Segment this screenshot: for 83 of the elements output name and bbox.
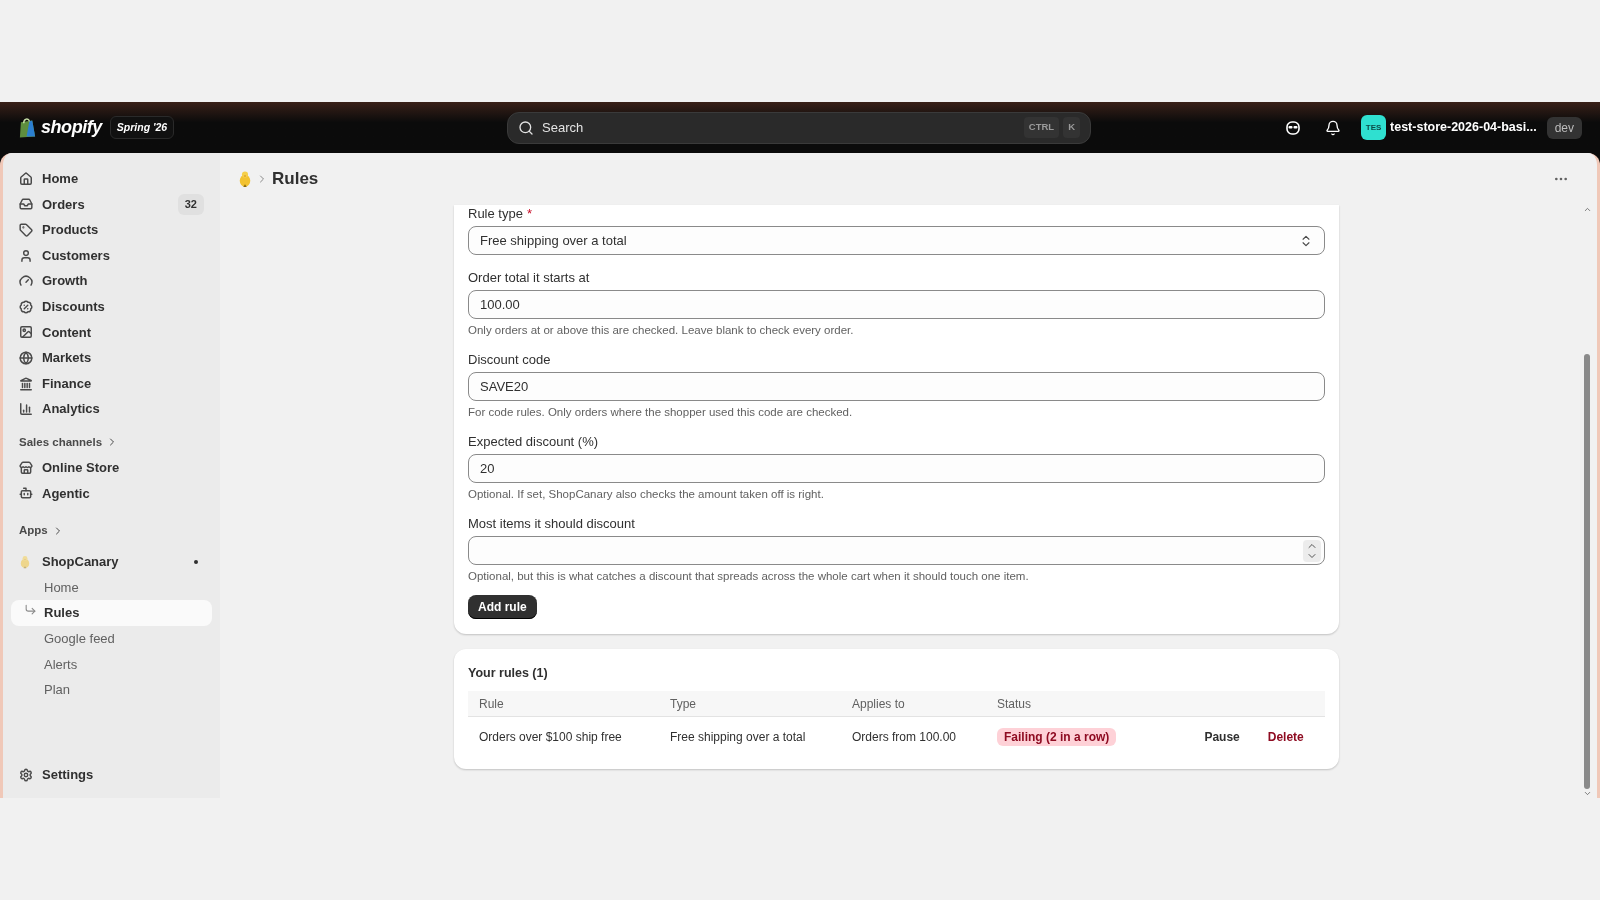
help-text: Optional, but this is what catches a discount that spreads across the whole cart when it should touch one item.	[468, 569, 1030, 583]
sidebar-item[interactable]: Markets	[11, 345, 212, 371]
logo-text: shopify	[41, 116, 102, 139]
sidebar-item[interactable]: Growth	[11, 268, 212, 294]
robot-icon	[19, 486, 33, 501]
sidebar-item[interactable]: Settings	[11, 762, 212, 788]
home-icon	[19, 171, 33, 186]
sidebar-item[interactable]: Discounts	[11, 293, 212, 320]
input-field[interactable]: SAVE20	[468, 372, 1325, 401]
required-mark: *	[526, 206, 532, 221]
bank-icon	[19, 376, 33, 391]
sidebar-item[interactable]: Content	[11, 319, 212, 346]
shortcut-key: K	[1063, 117, 1080, 138]
column-header: Type	[659, 690, 841, 717]
sidebar-item[interactable]: Customers	[11, 242, 212, 269]
help-text: For code rules. Only orders where the shopper used this code are checked.	[468, 405, 854, 419]
scroll-down-icon[interactable]	[1582, 789, 1592, 798]
edition-badge: Spring '26	[109, 115, 175, 140]
scroll-up-icon[interactable]	[1582, 205, 1592, 214]
add-rule-button[interactable]: Add rule	[468, 595, 537, 619]
section-heading[interactable]: Apps	[19, 522, 48, 540]
storefront-icon	[19, 460, 33, 475]
stepper-icon[interactable]	[1303, 539, 1321, 562]
sidebar-subitem[interactable]: Rules	[11, 600, 212, 626]
sidebar-item[interactable]: Orders 32	[11, 191, 212, 218]
table-cell: Orders from 100.00	[841, 716, 986, 757]
field-label: Rule type	[468, 206, 523, 221]
gauge-icon	[19, 274, 33, 289]
env-badge: dev	[1546, 116, 1582, 139]
store-avatar[interactable]: TES	[1361, 115, 1387, 140]
sidebar-subitem[interactable]: Google feed	[11, 625, 212, 652]
table-cell: Free shipping over a total	[659, 716, 841, 757]
scrollbar[interactable]	[1583, 205, 1591, 798]
tree-line-icon	[24, 603, 37, 617]
field-label: Discount code	[468, 352, 551, 367]
sidebar-item[interactable]: Products	[11, 217, 212, 243]
face-icon[interactable]	[1285, 119, 1302, 136]
bird-icon	[238, 170, 252, 188]
sidebar-subitem[interactable]: Plan	[11, 677, 212, 703]
notifications-icon[interactable]	[1325, 119, 1342, 136]
field-label: Most items it should discount	[468, 516, 635, 531]
sidebar-item[interactable]: Finance	[11, 370, 212, 397]
settings-icon	[19, 768, 33, 783]
column-header: Applies to	[841, 690, 986, 717]
input-field[interactable]: 100.00	[468, 290, 1325, 319]
action-link[interactable]: Delete	[1267, 728, 1304, 746]
field-label: Expected discount (%)	[468, 434, 599, 449]
bird-icon	[19, 554, 31, 569]
store-name[interactable]: test-store-2026-04-basi...	[1390, 118, 1537, 137]
table-cell: Orders over $100 ship free	[468, 716, 659, 757]
sidebar-subitem[interactable]: Home	[11, 574, 212, 601]
count-badge: 32	[177, 194, 204, 215]
percent-badge-icon	[19, 299, 33, 314]
input-field[interactable]: 20	[468, 454, 1325, 483]
search-icon	[518, 119, 534, 136]
field-label: Order total it starts at	[468, 270, 590, 285]
card-title: Your rules (1)	[468, 665, 549, 682]
shortcut-key: CTRL	[1023, 117, 1060, 138]
sidebar-subitem[interactable]: Alerts	[11, 651, 212, 678]
image-icon	[19, 325, 33, 340]
app-item[interactable]: ShopCanary	[11, 549, 212, 575]
logo-icon	[18, 116, 37, 139]
column-header: Rule	[468, 690, 659, 717]
search-placeholder: Search	[542, 118, 585, 137]
number-field[interactable]	[468, 536, 1325, 565]
column-header: Status	[986, 690, 1147, 717]
sidebar-item[interactable]: Home	[11, 166, 212, 192]
help-text: Only orders at or above this are checked. Leave blank to check every order.	[468, 323, 855, 337]
select-field[interactable]: Free shipping over a total	[468, 226, 1325, 255]
person-icon	[19, 248, 33, 263]
action-link[interactable]: Pause	[1204, 728, 1240, 746]
tag-icon	[19, 223, 33, 237]
sidebar-item[interactable]: Analytics	[11, 396, 212, 422]
inbox-icon	[19, 197, 33, 212]
globe-icon	[19, 350, 33, 365]
help-text: Optional. If set, ShopCanary also checks the amount taken off is right.	[468, 487, 825, 501]
bar-chart-icon	[19, 402, 33, 417]
section-heading[interactable]: Sales channels	[19, 433, 103, 452]
search-field[interactable]: Search CTRL K	[507, 111, 1091, 144]
sidebar-item[interactable]: Online Store	[11, 454, 212, 481]
sidebar-item[interactable]: Agentic	[11, 480, 212, 507]
status-badge: Failing (2 in a row)	[997, 728, 1117, 746]
page-title: Rules	[272, 168, 319, 191]
